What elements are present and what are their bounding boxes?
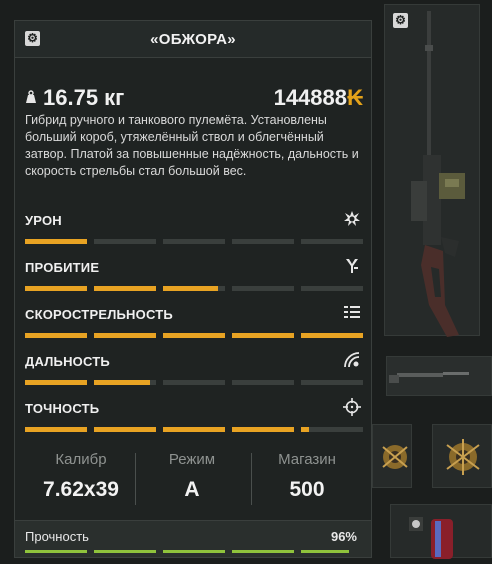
stat-label: СКОРОСТРЕЛЬНОСТЬ xyxy=(25,307,173,322)
stat-bar-fill xyxy=(94,333,156,338)
impact-icon xyxy=(344,211,360,226)
stat-bar-segment xyxy=(25,333,87,338)
stat-bar xyxy=(25,333,363,338)
stat-damage: УРОН xyxy=(25,211,365,253)
stat-bar-fill xyxy=(25,427,87,432)
stat-bar-fill xyxy=(163,427,225,432)
durability-segment xyxy=(94,550,156,553)
stat-bar-segment xyxy=(301,427,363,432)
stat-bar-fill xyxy=(25,286,87,291)
durability-label: Прочность xyxy=(25,529,89,544)
rifle-icon xyxy=(389,372,469,383)
currency-icon: ₭ xyxy=(347,85,363,110)
stat-accuracy: ТОЧНОСТЬ xyxy=(25,398,365,441)
stat-bar xyxy=(25,427,363,432)
stat-label: ПРОБИТИЕ xyxy=(25,260,100,275)
stat-penetration: ПРОБИТИЕ xyxy=(25,259,365,300)
stat-bar-fill xyxy=(163,333,225,338)
durability-segment xyxy=(25,550,87,553)
caliber-label: Калибр xyxy=(55,451,107,468)
fire-rate-icon xyxy=(344,306,360,318)
weapon-specs: Калибр 7.62x39 Режим А Магазин 500 xyxy=(15,447,371,517)
stat-bar-segment xyxy=(232,380,294,385)
stat-bar-segment xyxy=(25,239,87,244)
artifact-slot[interactable] xyxy=(372,424,412,488)
penetration-icon xyxy=(346,259,358,273)
weapon-slot[interactable]: ⚙ xyxy=(384,4,480,337)
stat-bar-segment xyxy=(94,380,156,385)
stat-bar-segment xyxy=(232,427,294,432)
stat-bar-fill xyxy=(301,333,363,338)
stat-bar-segment xyxy=(163,239,225,244)
item-slot[interactable] xyxy=(386,356,492,396)
stat-bar-fill xyxy=(25,333,87,338)
stat-bar-fill xyxy=(94,286,156,291)
stat-bar-segment xyxy=(301,380,363,385)
stat-bar-segment xyxy=(25,427,87,432)
stat-bar-segment xyxy=(301,286,363,291)
spec-magazine: Магазин 500 xyxy=(249,447,365,502)
item-price: 144888 xyxy=(273,85,347,110)
stat-bar-segment xyxy=(94,286,156,291)
stat-bar-fill xyxy=(232,333,294,338)
artifact-slot[interactable] xyxy=(432,424,492,488)
caliber-value: 7.62x39 xyxy=(43,478,119,501)
stat-bar-segment xyxy=(94,239,156,244)
stat-bar-segment xyxy=(163,286,225,291)
durability-bar xyxy=(25,550,363,553)
stat-fire-rate: СКОРОСТРЕЛЬНОСТЬ xyxy=(25,306,365,347)
stat-bar xyxy=(25,286,363,291)
durability-row: Прочность 96% xyxy=(15,520,371,557)
item-weight: 16.75 кг xyxy=(43,85,125,110)
stat-bar-fill xyxy=(94,380,151,385)
stat-bar-segment xyxy=(301,239,363,244)
stat-bar-fill xyxy=(232,427,294,432)
durability-segment xyxy=(232,550,294,553)
stat-bar xyxy=(25,239,363,244)
range-icon xyxy=(344,352,360,368)
stat-bar-segment xyxy=(163,380,225,385)
machine-gun-icon xyxy=(411,11,465,337)
stat-bar-fill xyxy=(25,380,87,385)
stat-bar-fill xyxy=(25,239,87,244)
stat-bar-fill xyxy=(301,427,309,432)
stat-bar-segment xyxy=(301,333,363,338)
stat-bar-segment xyxy=(25,380,87,385)
stat-range: ДАЛЬНОСТЬ xyxy=(25,352,365,394)
spec-caliber: Калибр 7.62x39 xyxy=(23,447,139,502)
weight-icon xyxy=(26,90,36,103)
item-slot[interactable] xyxy=(390,504,492,559)
stat-bar-segment xyxy=(163,333,225,338)
stat-bar-segment xyxy=(163,427,225,432)
durability-segment xyxy=(163,550,225,553)
mode-value: А xyxy=(184,478,200,501)
durability-value: 96% xyxy=(330,529,357,544)
magazine-label: Магазин xyxy=(278,451,336,468)
item-description: Гибрид ручного и танкового пулемёта. Уст… xyxy=(25,113,359,178)
stat-bar-segment xyxy=(25,286,87,291)
artifact-icon xyxy=(446,439,480,475)
stat-bar xyxy=(25,380,363,385)
stat-bar-segment xyxy=(232,333,294,338)
stat-label: ДАЛЬНОСТЬ xyxy=(25,354,110,369)
tooltip-header: ⚙ «ОБЖОРА» xyxy=(15,21,371,58)
magazine-value: 500 xyxy=(289,478,325,501)
stat-bar-segment xyxy=(232,286,294,291)
stat-label: ТОЧНОСТЬ xyxy=(25,401,100,416)
mode-label: Режим xyxy=(168,451,216,468)
stat-bar-fill xyxy=(94,427,156,432)
stat-bar-segment xyxy=(232,239,294,244)
stat-bar-segment xyxy=(94,333,156,338)
stat-bar-segment xyxy=(94,427,156,432)
radiation-icon xyxy=(409,517,453,559)
spec-mode: Режим А xyxy=(134,447,250,502)
item-title: «ОБЖОРА» xyxy=(150,31,236,48)
artifact-icon xyxy=(382,445,408,469)
crosshair-icon xyxy=(343,398,361,416)
durability-segment xyxy=(301,550,350,553)
item-tooltip: ⚙ «ОБЖОРА» 16.75 кг 144888 ₭ Гибрид ручн… xyxy=(14,20,372,558)
weight-price-row: 16.75 кг 144888 ₭ xyxy=(25,85,363,111)
stat-bar-fill xyxy=(163,286,218,291)
stat-label: УРОН xyxy=(25,213,62,228)
